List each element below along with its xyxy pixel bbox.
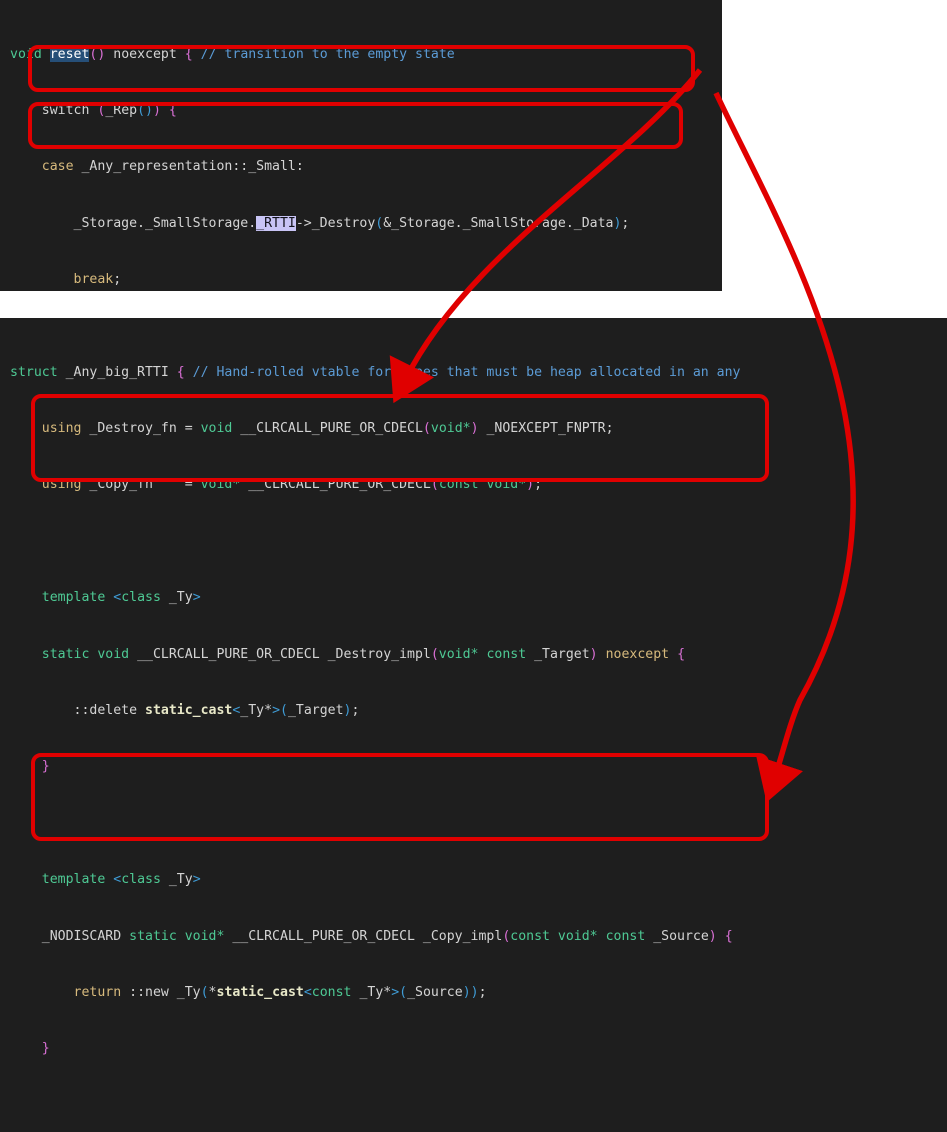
code-line: template <class _Ty> bbox=[41, 590, 201, 606]
code-line: using _Copy_fn = void* __CLRCALL_PURE_OR… bbox=[41, 477, 543, 493]
screenshot-stage: void reset() noexcept { // transition to… bbox=[0, 0, 947, 1132]
code-line: _NODISCARD static void* __CLRCALL_PURE_O… bbox=[41, 928, 733, 944]
code-line: static void __CLRCALL_PURE_OR_CDECL _Des… bbox=[41, 646, 686, 662]
code-line: struct _Any_big_RTTI { // Hand-rolled vt… bbox=[10, 364, 741, 380]
code-line: switch (_Rep()) { bbox=[41, 102, 177, 118]
code-line: void reset() noexcept { // transition to… bbox=[10, 46, 455, 62]
code-panel-reset-function[interactable]: void reset() noexcept { // transition to… bbox=[0, 0, 722, 291]
code-line: using _Destroy_fn = void __CLRCALL_PURE_… bbox=[41, 420, 614, 436]
code-line: } bbox=[41, 759, 50, 775]
code-line: case _Any_representation::_Small: bbox=[41, 159, 304, 175]
code-line: return ::new _Ty(*static_cast<const _Ty*… bbox=[73, 984, 487, 1000]
code-line: _Storage._SmallStorage._RTTI->_Destroy(&… bbox=[73, 215, 630, 231]
code-line: template <class _Ty> bbox=[41, 872, 201, 888]
code-line: ::delete static_cast<_Ty*>(_Target); bbox=[73, 702, 360, 718]
code-line: } bbox=[41, 1041, 50, 1057]
code-line: break; bbox=[73, 272, 122, 288]
code-panel-any-rtti-structs[interactable]: struct _Any_big_RTTI { // Hand-rolled vt… bbox=[0, 318, 947, 1132]
